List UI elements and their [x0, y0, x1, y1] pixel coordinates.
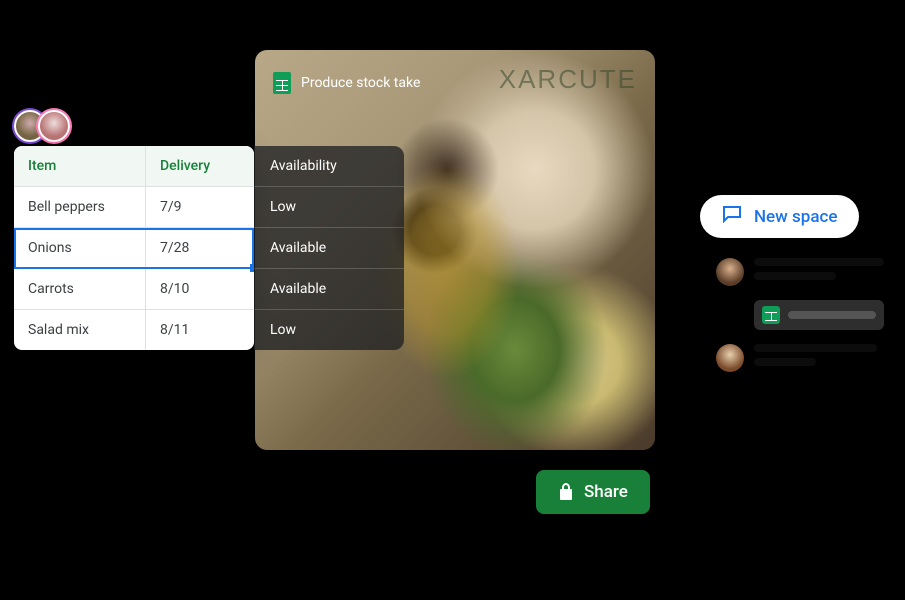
collaborator-avatars: [14, 110, 70, 142]
new-space-button[interactable]: New space: [700, 195, 859, 238]
table-row[interactable]: Salad mix 8/11: [14, 310, 254, 350]
cell-item[interactable]: Bell peppers: [14, 187, 146, 227]
availability-column: Availability Low Available Available Low: [254, 146, 404, 350]
cell-availability[interactable]: Available: [254, 228, 404, 269]
text-placeholder: [788, 311, 876, 319]
col-header-item[interactable]: Item: [14, 146, 146, 186]
cell-item[interactable]: Salad mix: [14, 310, 146, 350]
new-space-label: New space: [754, 207, 837, 227]
spreadsheet-card: Item Delivery Bell peppers 7/9 Onions 7/…: [14, 146, 254, 350]
text-placeholder: [754, 358, 816, 366]
lock-icon: [558, 483, 574, 501]
table-header-row: Item Delivery: [14, 146, 254, 187]
text-placeholder: [754, 344, 877, 352]
cell-delivery[interactable]: 7/9: [146, 187, 254, 227]
table-row[interactable]: Bell peppers 7/9: [14, 187, 254, 228]
chat-message: [716, 258, 891, 286]
chat-preview: [716, 258, 891, 372]
cell-availability[interactable]: Available: [254, 269, 404, 310]
avatar[interactable]: [716, 344, 744, 372]
cell-availability[interactable]: Low: [254, 187, 404, 228]
background-sign-text: XARCUTE: [499, 64, 637, 95]
cell-availability[interactable]: Low: [254, 310, 404, 350]
cell-delivery[interactable]: 8/11: [146, 310, 254, 350]
sheets-icon: [762, 306, 780, 324]
col-header-availability[interactable]: Availability: [254, 146, 404, 187]
avatar[interactable]: [716, 258, 744, 286]
col-header-delivery[interactable]: Delivery: [146, 146, 254, 186]
cell-delivery[interactable]: 8/10: [146, 269, 254, 309]
cell-delivery[interactable]: 7/28: [146, 228, 254, 268]
sheet-attachment-chip[interactable]: [754, 300, 884, 330]
chat-icon: [722, 205, 742, 228]
sheets-icon: [273, 72, 291, 94]
document-title: Produce stock take: [301, 75, 420, 91]
share-button[interactable]: Share: [536, 470, 650, 514]
table-row[interactable]: Carrots 8/10: [14, 269, 254, 310]
document-tag[interactable]: Produce stock take: [273, 72, 420, 94]
cell-item[interactable]: Carrots: [14, 269, 146, 309]
chat-message: [716, 344, 891, 372]
text-placeholder: [754, 272, 836, 280]
share-label: Share: [584, 482, 628, 502]
table-row[interactable]: Onions 7/28: [14, 228, 254, 269]
cell-item[interactable]: Onions: [14, 228, 146, 268]
avatar[interactable]: [38, 110, 70, 142]
text-placeholder: [754, 258, 884, 266]
